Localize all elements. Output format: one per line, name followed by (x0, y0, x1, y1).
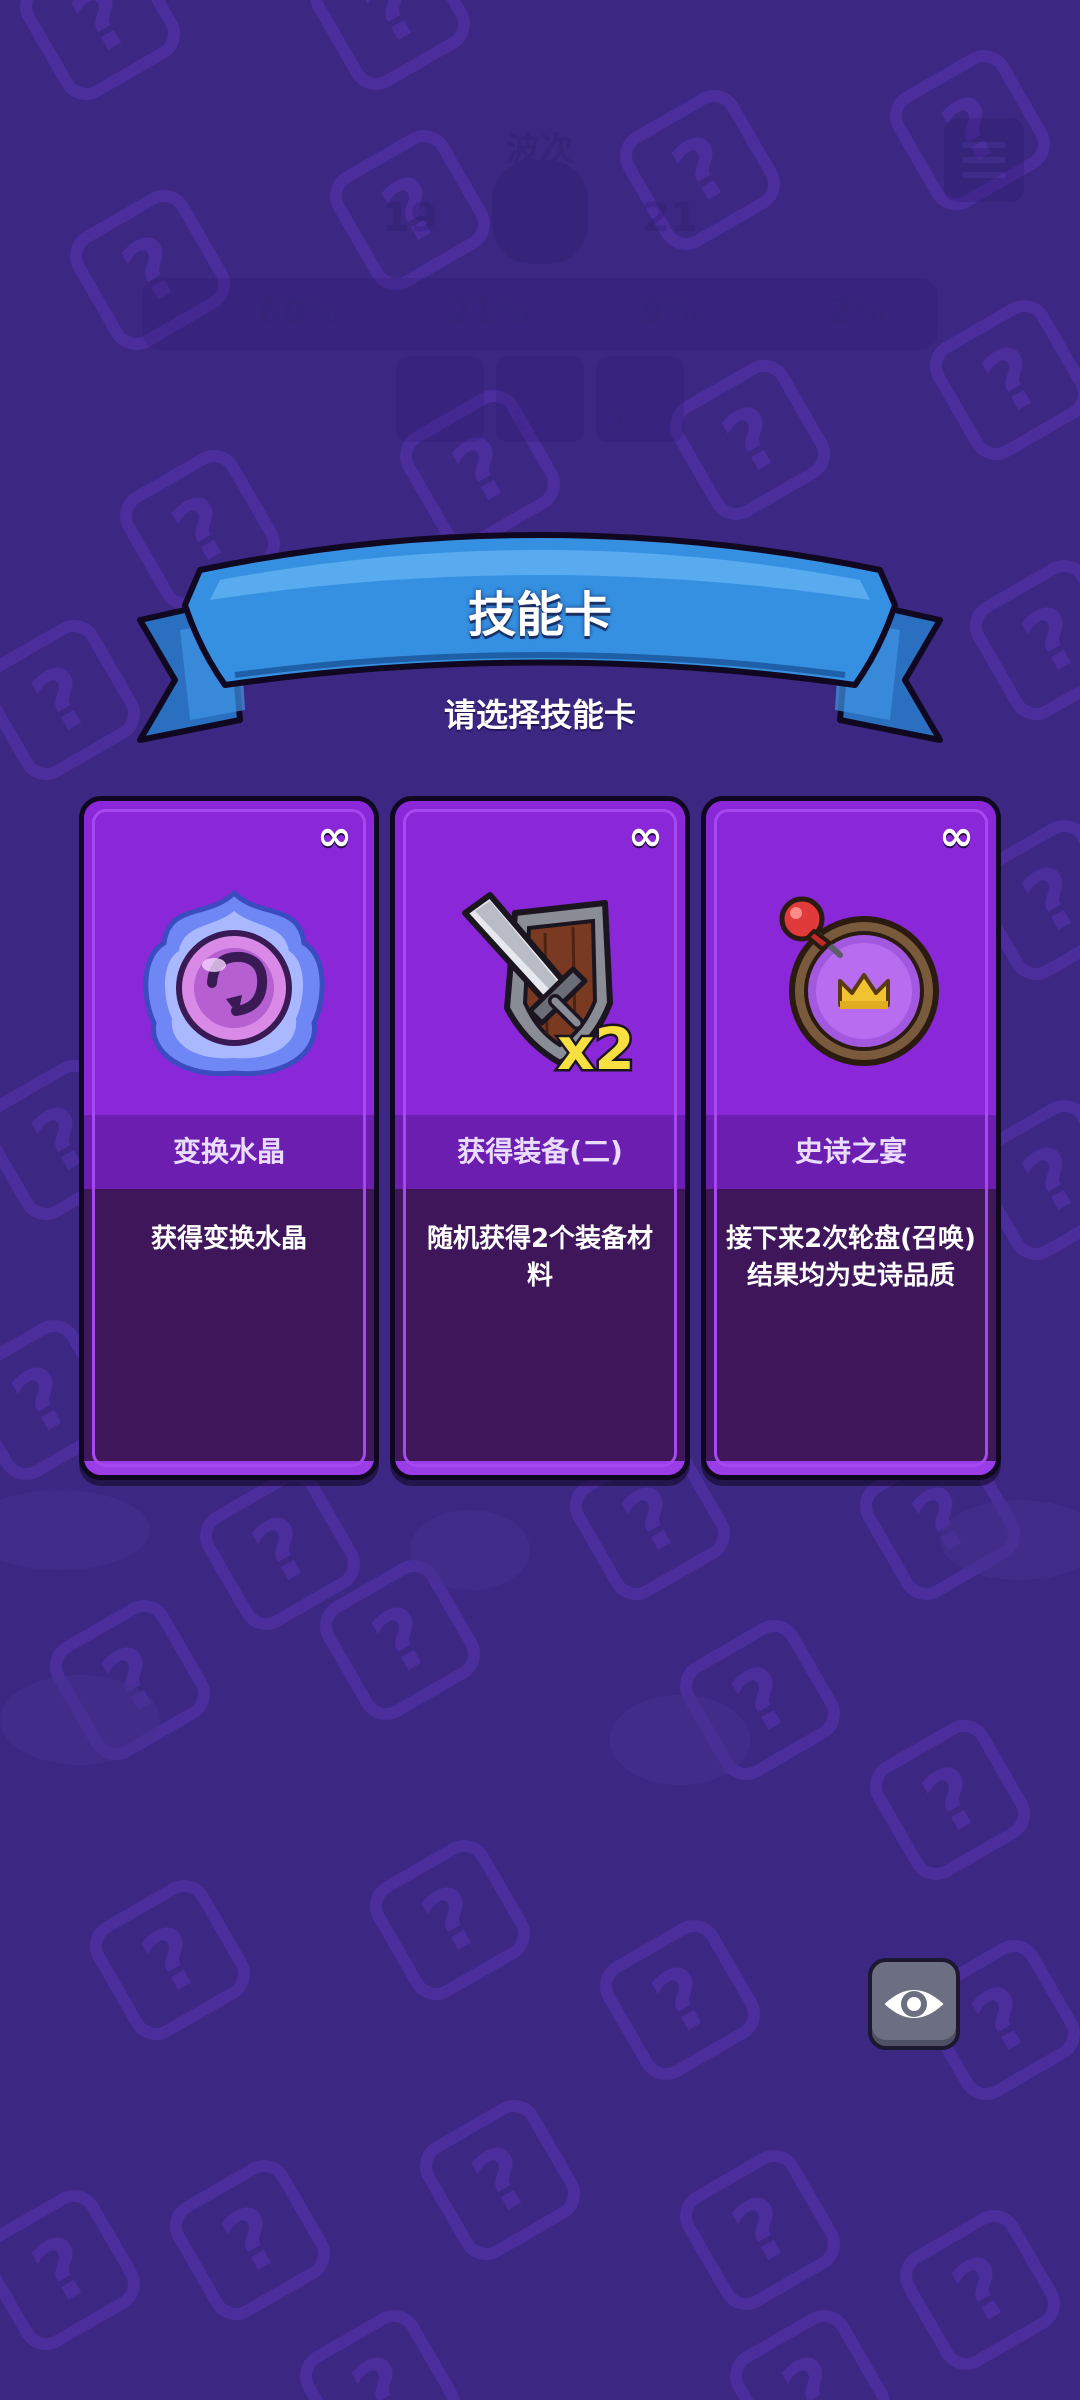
stat-value: 9% (640, 292, 698, 332)
toggle-view-button[interactable] (868, 1958, 960, 2050)
stat-value: 2% (828, 292, 886, 332)
card-name: 史诗之宴 (706, 1115, 996, 1189)
skill-card-equipment[interactable]: 获得装备(二) 随机获得2个装备材料 ∞ x2 (390, 796, 690, 1480)
uses-infinity: ∞ (939, 811, 974, 860)
pinned-crown-medal-icon (779, 896, 939, 1066)
stats-bar: 60% 21% 9% 2% (142, 278, 938, 350)
inventory-slot: 1 (596, 356, 684, 442)
card-description: 获得变换水晶 (150, 1224, 307, 1254)
stat-value: 60% (258, 292, 340, 332)
crown-icon (492, 160, 588, 264)
sword-shield-x2-icon: x2 (462, 892, 637, 1083)
dialog-title: 技能卡 (467, 587, 612, 643)
stat-value: 21% (448, 292, 530, 332)
crystal-orb-icon (143, 889, 325, 1077)
dialog-subtitle: 请选择技能卡 (443, 696, 636, 734)
card-description: 随机获得2个装备材料 (426, 1224, 654, 1291)
card-description: 接下来2次轮盘(召唤)结果均为史诗品质 (726, 1224, 976, 1291)
skill-card-epic-feast[interactable]: 史诗之宴 接下来2次轮盘(召唤)结果均为史诗品质 ∞ (701, 796, 1001, 1480)
menu-icon (944, 118, 1024, 202)
inventory-slot (396, 356, 484, 442)
eye-icon (884, 1990, 944, 2018)
card-name: 获得装备(二) (395, 1115, 685, 1189)
skill-card-crystal[interactable]: 变换水晶 获得变换水晶 ∞ (79, 796, 379, 1480)
x2-badge: x2 (557, 1015, 635, 1083)
inventory-slot: 1 (496, 356, 584, 442)
right-count: 21 (642, 195, 698, 241)
card-name: 变换水晶 (84, 1115, 374, 1189)
left-count: 19 (382, 195, 438, 241)
uses-infinity: ∞ (628, 811, 663, 860)
uses-infinity: ∞ (317, 811, 352, 860)
background-hud: 波次 19 21 60% 21% 9% 2% 1 1 (0, 0, 1080, 460)
